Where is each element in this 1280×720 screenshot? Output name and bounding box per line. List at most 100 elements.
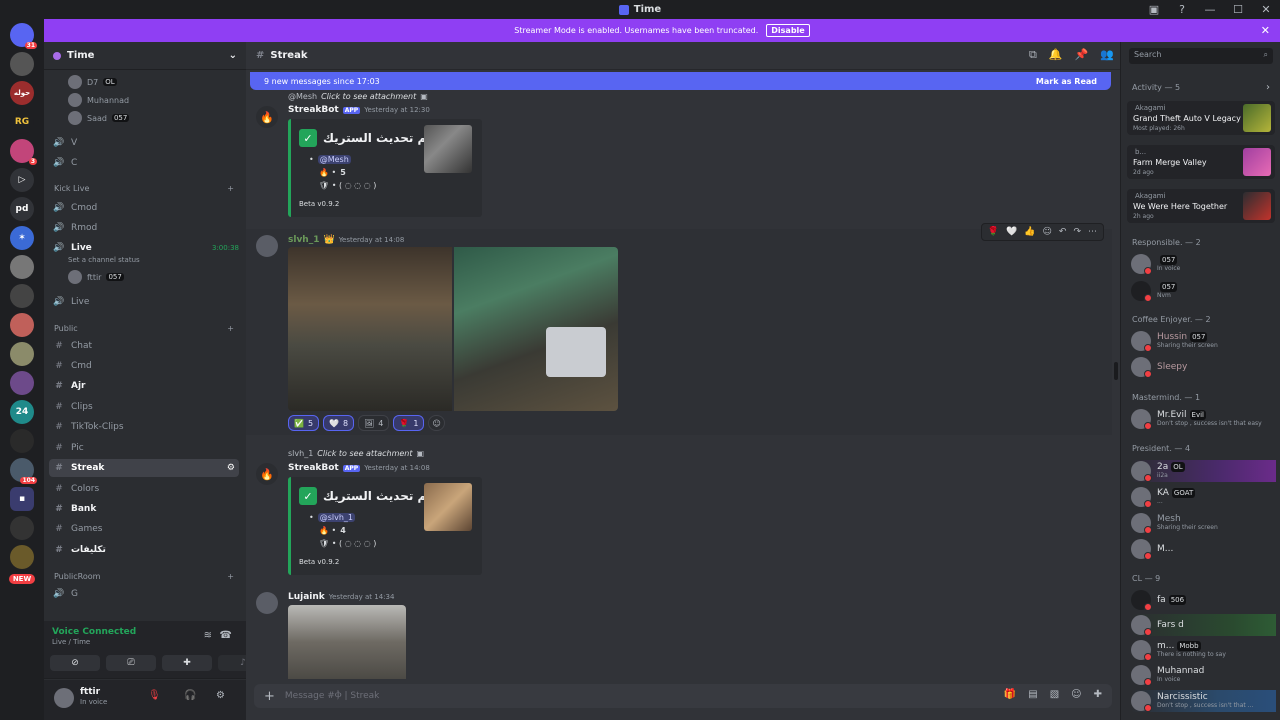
deafen-icon[interactable]: 🎧 (184, 690, 196, 701)
maximize-button[interactable]: ☐ (1224, 3, 1252, 16)
image-attachment[interactable] (454, 247, 618, 411)
server-icon[interactable] (10, 371, 34, 395)
server-icon[interactable]: 104 (10, 458, 37, 484)
activity-card[interactable]: Akagami Grand Theft Auto V Legacy Most p… (1127, 101, 1275, 135)
member-item[interactable]: Hussin 057 Sharing their screen (1131, 330, 1276, 352)
channel-item[interactable]: 🔊 Cmod (53, 199, 239, 217)
more-icon[interactable]: ⋯ (1088, 227, 1097, 237)
message-author[interactable]: slvh_1 👑 Yesterday at 14:08 (288, 235, 404, 245)
activity-card[interactable]: b... Farm Merge Valley 2d ago (1127, 145, 1275, 179)
threads-icon[interactable]: ⧉ (1029, 48, 1037, 62)
server-icon[interactable]: 3 (10, 139, 37, 165)
image-attachment[interactable] (288, 247, 452, 411)
emoji-icon[interactable]: ☺ (1071, 689, 1081, 700)
server-icon[interactable] (10, 313, 34, 337)
chevron-right-icon[interactable]: › (1266, 82, 1270, 93)
upload-plus-icon[interactable]: + (264, 689, 275, 704)
server-icon[interactable]: 31 (10, 23, 37, 49)
voice-user[interactable]: Saad 057 (68, 111, 130, 125)
channel-item[interactable]: 🔊 Rmod (53, 219, 239, 237)
avatar[interactable] (256, 235, 278, 257)
channel-item[interactable]: 🔊 V (53, 134, 239, 152)
settings-gear-icon[interactable]: ⚙ (227, 463, 235, 473)
reaction[interactable]: ✅ 5 (288, 415, 320, 431)
close-button[interactable]: ✕ (1252, 3, 1280, 16)
avatar[interactable]: 🔥 (256, 463, 278, 485)
reaction[interactable]: 🌹 1 (393, 415, 425, 431)
mark-as-read-button[interactable]: Mark as Read (1036, 77, 1097, 86)
add-reaction-icon[interactable]: ☺ (1043, 227, 1052, 237)
member-item[interactable]: 057 In voice (1131, 253, 1276, 275)
channel-item[interactable]: # Cmd (53, 357, 239, 375)
channel-status[interactable]: Set a channel status (68, 256, 140, 264)
voice-user[interactable]: fttir 057 (68, 270, 124, 284)
avatar[interactable] (54, 688, 74, 708)
noise-suppression-icon[interactable]: ≋ (204, 630, 212, 641)
minimize-button[interactable]: — (1196, 3, 1224, 16)
member-item[interactable]: fa 506 (1131, 589, 1276, 611)
server-icon[interactable]: 24 (10, 400, 34, 424)
category-publicroom[interactable]: PublicRoom + (54, 572, 234, 581)
channel-item[interactable]: # Bank (53, 500, 239, 518)
new-messages-bar[interactable]: 9 new messages since 17:03 Mark as Read (250, 72, 1111, 90)
server-icon[interactable]: pd (10, 197, 34, 221)
channel-item[interactable]: # Pic (53, 439, 239, 457)
server-icon[interactable] (10, 429, 34, 453)
voice-user[interactable]: Muhannad (68, 93, 129, 107)
message-author[interactable]: Lujaink Yesterday at 14:34 (288, 592, 394, 602)
member-item[interactable]: Fars d (1131, 614, 1276, 636)
reaction[interactable]: 🤍 8 (323, 415, 355, 431)
voice-location[interactable]: Live / Time (52, 638, 90, 646)
member-item[interactable]: Sleepy (1131, 356, 1276, 378)
server-icon[interactable] (10, 284, 34, 308)
server-icon[interactable] (10, 342, 34, 366)
member-item[interactable]: m... Mobb There is nothing to say (1131, 639, 1276, 661)
add-reaction-icon[interactable]: ☺ (428, 415, 445, 431)
server-icon[interactable]: ▷ (10, 168, 34, 192)
server-icon[interactable] (10, 545, 34, 569)
add-channel-icon[interactable]: + (227, 324, 234, 333)
add-channel-icon[interactable]: + (227, 572, 234, 581)
member-item[interactable]: Mesh Sharing their screen (1131, 512, 1276, 534)
category-public[interactable]: Public + (54, 324, 234, 333)
channel-item[interactable]: # Chat (53, 337, 239, 355)
forward-icon[interactable]: ↷ (1073, 227, 1081, 237)
sticker-icon[interactable]: ▧ (1050, 689, 1059, 700)
search-input[interactable]: Search ⌕ (1129, 48, 1273, 64)
pin-icon[interactable]: 📌 (1075, 48, 1089, 62)
activity-card[interactable]: Akagami We Were Here Together 2h ago (1127, 189, 1275, 223)
channel-item[interactable]: 🔊 C (53, 154, 239, 172)
server-icon[interactable] (10, 255, 34, 279)
scrollbar[interactable] (1114, 362, 1118, 380)
message-author[interactable]: StreakBot APP Yesterday at 12:30 (288, 105, 430, 115)
image-attachment[interactable] (288, 605, 406, 679)
member-item[interactable]: Narcissistic Don't stop , success isn't t… (1131, 690, 1276, 712)
avatar[interactable]: 🔥 (256, 106, 278, 128)
activities-button[interactable]: ✚ (162, 655, 212, 671)
channel-item[interactable]: # Clips (53, 398, 239, 416)
disable-button[interactable]: Disable (766, 24, 810, 37)
channel-item[interactable]: # تكليفات (53, 541, 239, 559)
camera-button[interactable]: ⊘ (50, 655, 100, 671)
add-channel-icon[interactable]: + (227, 184, 234, 193)
server-icon[interactable]: حوله (10, 81, 34, 105)
close-icon[interactable]: ✕ (1261, 24, 1270, 37)
message-author[interactable]: StreakBot APP Yesterday at 14:08 (288, 463, 430, 473)
voice-user[interactable]: D7 OL (68, 75, 117, 89)
server-icon[interactable]: ✶ (10, 226, 34, 250)
screen-share-button[interactable]: ⎚ (106, 655, 156, 671)
server-icon[interactable] (10, 52, 34, 76)
member-item[interactable]: Muhannad In voice (1131, 664, 1276, 686)
avatar[interactable] (256, 592, 278, 614)
channel-item[interactable]: 🔊 Live (53, 293, 239, 311)
folder-icon[interactable]: ▪ (10, 487, 34, 511)
channel-item[interactable]: # Colors (53, 480, 239, 498)
help-icon[interactable]: ? (1168, 3, 1196, 16)
channel-item[interactable]: 🔊 G (53, 585, 239, 603)
member-item[interactable]: M... (1131, 538, 1276, 560)
message-input[interactable]: + Message #Ⲫ | Streak 🎁 ▤ ▧ ☺ ✚ (254, 684, 1112, 708)
channel-item[interactable]: # TikTok-Clips (53, 418, 239, 436)
server-icon[interactable]: RG (10, 110, 34, 134)
embed-thumbnail[interactable] (424, 483, 472, 531)
reply-icon[interactable]: ↶ (1059, 227, 1067, 237)
